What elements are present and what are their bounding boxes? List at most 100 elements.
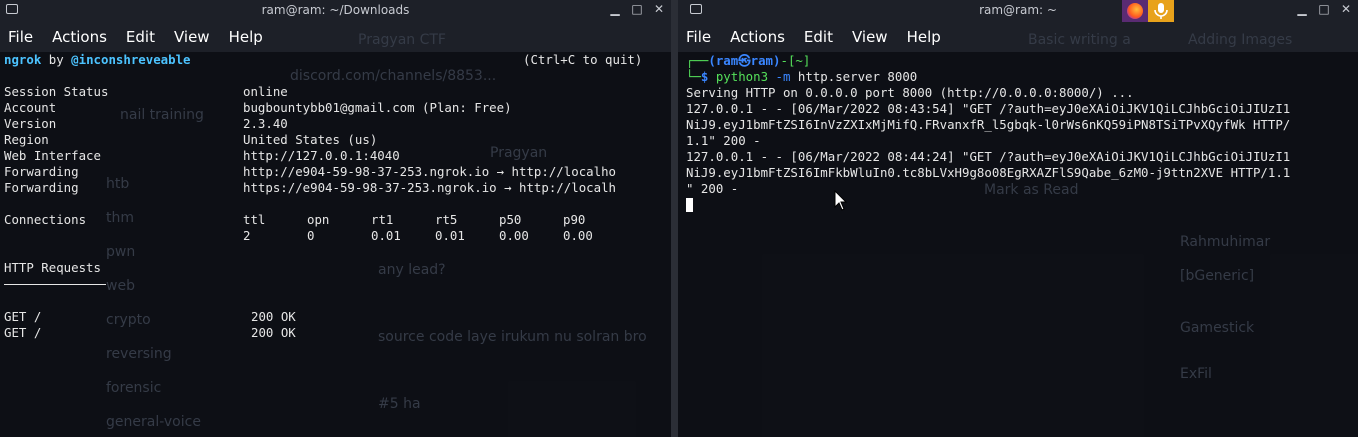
ghost-text: Mark as Read: [984, 182, 1079, 198]
conn-value: 0.00: [499, 228, 529, 243]
field-label: Version: [4, 116, 57, 131]
output-line: NiJ9.eyJ1bmFtZSI6InVzZXIxMjMifQ.FRvanxfR…: [686, 117, 1291, 132]
output-line: Serving HTTP on 0.0.0.0 port 8000 (http:…: [686, 85, 1134, 100]
ghost-text: Basic writing a: [1028, 32, 1131, 48]
close-icon[interactable]: ✕: [1338, 2, 1354, 16]
firefox-icon[interactable]: [1122, 0, 1148, 22]
ghost-text: reversing: [106, 346, 172, 362]
request-status: 200 OK: [251, 309, 296, 324]
terminal-window-left[interactable]: ram@ram: ~/Downloads ▁ □ ✕ File Actions …: [0, 0, 671, 437]
field-label: Account: [4, 100, 57, 115]
ghost-text: crypto: [106, 312, 151, 328]
field-label: Region: [4, 132, 49, 147]
menu-file[interactable]: File: [686, 28, 711, 46]
field-label: Forwarding: [4, 164, 79, 179]
field-label: Session Status: [4, 84, 109, 99]
ghost-text: source code laye irukum nu solran bro: [378, 329, 647, 345]
conn-value: 0.00: [563, 228, 593, 243]
http-requests-label: HTTP Requests: [4, 260, 101, 275]
command-line: └─$ python3 -m http.server 8000: [686, 69, 917, 85]
titlebar-left[interactable]: ram@ram: ~/Downloads ▁ □ ✕: [0, 0, 671, 21]
command-args: http.server 8000: [790, 69, 918, 84]
conn-header: rt1: [371, 212, 394, 227]
output-line: " 200 -: [686, 181, 739, 196]
conn-header: opn: [307, 212, 330, 227]
prompt-arrow: └─: [686, 69, 701, 84]
divider: [4, 284, 106, 285]
menu-file[interactable]: File: [8, 28, 33, 46]
window-divider: [671, 0, 678, 437]
field-label: Web Interface: [4, 148, 101, 163]
ghost-text: discord.com/channels/8853...: [290, 68, 497, 84]
menu-help[interactable]: Help: [229, 28, 263, 46]
ghost-text: forensic: [106, 380, 162, 396]
conn-value: 2: [243, 228, 251, 243]
menu-actions[interactable]: Actions: [52, 28, 107, 46]
ghost-text: Adding Images: [1188, 32, 1293, 48]
request-method: GET /: [4, 309, 42, 324]
ghost-text: thm: [106, 210, 134, 226]
session-status: online: [243, 84, 288, 99]
close-icon[interactable]: ✕: [651, 2, 667, 16]
ghost-text: pwn: [106, 244, 136, 260]
output-line: 1.1" 200 -: [686, 133, 761, 148]
window-title: ram@ram: ~: [979, 3, 1057, 17]
connections-label: Connections: [4, 212, 87, 227]
ngrok-name: ngrok: [4, 52, 42, 67]
mouse-cursor-icon: [834, 189, 848, 216]
menu-actions[interactable]: Actions: [730, 28, 785, 46]
terminal-content-right[interactable]: Basic writing a Adding Images Mark as Re…: [678, 32, 1358, 437]
menu-help[interactable]: Help: [907, 28, 941, 46]
ghost-text: any lead?: [378, 262, 446, 278]
prompt-dir: [~]: [787, 53, 811, 68]
conn-value: 0: [307, 228, 315, 243]
ghost-text: [bGeneric]: [1180, 268, 1255, 284]
output-line: 127.0.0.1 - - [06/Mar/2022 08:44:24] "GE…: [686, 149, 1291, 164]
window-title: ram@ram: ~/Downloads: [261, 3, 410, 17]
terminal-window-right[interactable]: ram@ram: ~ ▁ □ ✕ File Actions Edit View …: [678, 0, 1358, 437]
web-interface-value: http://127.0.0.1:4040: [243, 148, 400, 163]
minimize-icon[interactable]: ▁: [607, 2, 623, 16]
minimize-icon[interactable]: ▁: [1294, 2, 1310, 16]
prompt-line: ┌──(ram㉿ram)-[~]: [686, 53, 810, 69]
ghost-text: web: [106, 278, 135, 294]
request-status: 200 OK: [251, 325, 296, 340]
menu-view[interactable]: View: [174, 28, 210, 46]
command-flag: -m: [775, 69, 791, 84]
conn-value: 0.01: [371, 228, 401, 243]
text-cursor: [686, 198, 693, 212]
forwarding-http-value: http://e904-59-98-37-253.ngrok.io → http…: [243, 164, 616, 179]
maximize-icon[interactable]: □: [629, 2, 645, 16]
quit-hint: (Ctrl+C to quit): [523, 52, 643, 67]
conn-value: 0.01: [435, 228, 465, 243]
prompt-user: (ram㉿ram): [708, 53, 781, 68]
ghost-text: Pragyan CTF: [358, 32, 446, 48]
request-method: GET /: [4, 325, 42, 340]
field-label: Forwarding: [4, 180, 79, 195]
titlebar-right[interactable]: ram@ram: ~ ▁ □ ✕: [678, 0, 1358, 21]
maximize-icon[interactable]: □: [1316, 2, 1332, 16]
conn-header: p90: [563, 212, 586, 227]
ghost-text: htb: [106, 176, 130, 192]
conn-header: rt5: [435, 212, 458, 227]
ngrok-by: by: [41, 52, 72, 67]
region-value: United States (us): [243, 132, 378, 147]
ghost-text: nail training: [120, 107, 204, 123]
ghost-text: #5 ha: [378, 396, 421, 412]
menu-edit[interactable]: Edit: [804, 28, 833, 46]
command-name: python3: [715, 69, 769, 84]
ghost-text: general-voice: [106, 414, 201, 430]
menubar-left: File Actions Edit View Help: [0, 21, 671, 52]
ghost-text: ExFil: [1180, 366, 1212, 382]
menu-view[interactable]: View: [852, 28, 888, 46]
terminal-content-left[interactable]: Pragyan CTF discord.com/channels/8853...…: [0, 32, 671, 437]
menu-edit[interactable]: Edit: [126, 28, 155, 46]
version-value: 2.3.40: [243, 116, 288, 131]
ngrok-header: ngrok by @inconshreveable: [4, 52, 191, 68]
output-line: NiJ9.eyJ1bmFtZSI6ImFkbWluIn0.tc8bLVxH9g8…: [686, 165, 1291, 180]
ngrok-handle: @inconshreveable: [71, 52, 191, 67]
ghost-text: Rahmuhimar: [1180, 234, 1271, 250]
microphone-icon[interactable]: [1148, 0, 1174, 22]
prompt-sep: -: [780, 53, 788, 68]
prompt-corner: ┌──: [686, 53, 709, 68]
